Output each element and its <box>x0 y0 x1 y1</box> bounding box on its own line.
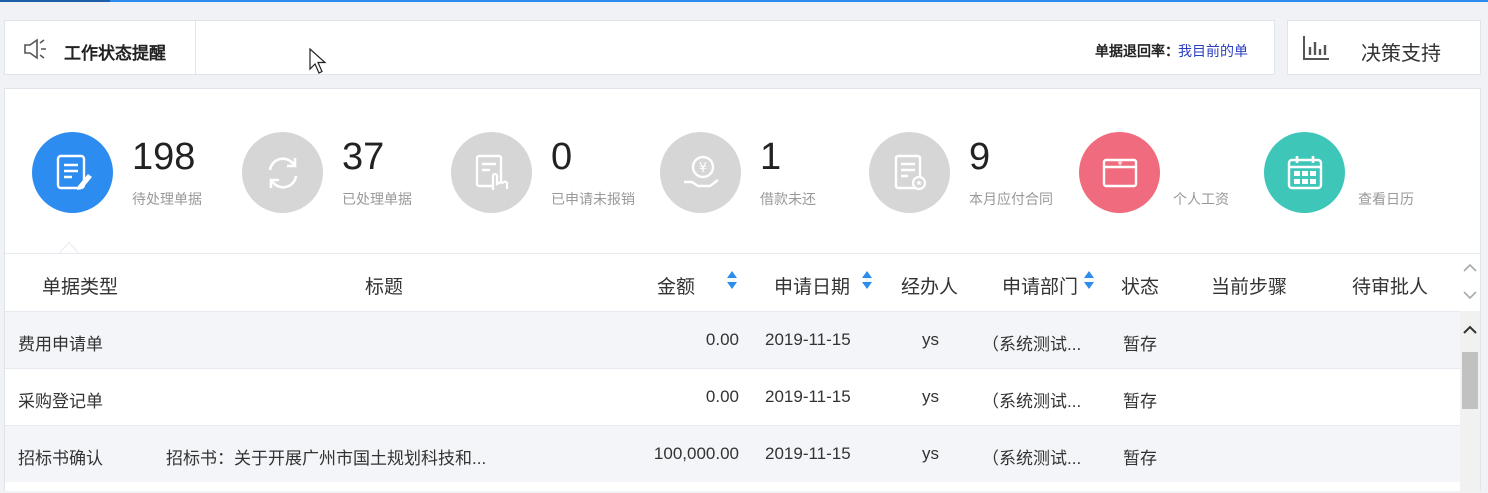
sort-amount-icon[interactable] <box>726 270 738 290</box>
cell-handler: ys <box>922 444 939 463</box>
contracts-count: 9 <box>969 136 991 178</box>
mouse-cursor-icon <box>309 48 327 74</box>
unreimbursed-count: 0 <box>551 136 573 178</box>
dashboard-panel: 198 待处理单据 37 已处理单据 0 已申请未报销 ¥ 1 借款未还 9 本… <box>4 88 1481 493</box>
header-scroll-control <box>1460 254 1480 311</box>
calendar-icon <box>1264 132 1345 213</box>
col-status[interactable]: 状态 <box>1121 272 1159 299</box>
chevron-down-icon[interactable] <box>1463 290 1477 300</box>
calendar-caption: 查看日历 <box>1358 191 1414 207</box>
loan-count: 1 <box>760 136 782 178</box>
cell-title: 招标书：关于开展广州市国土规划科技和... <box>166 449 487 468</box>
cell-date: 2019-11-15 <box>765 444 851 463</box>
svg-text:¥: ¥ <box>1117 159 1122 168</box>
contract-icon <box>869 132 950 213</box>
cell-type: 招标书确认 <box>18 449 103 468</box>
cell-handler: ys <box>922 387 939 406</box>
pending-caption: 待处理单据 <box>132 191 202 207</box>
cell-date: 2019-11-15 <box>765 387 851 406</box>
col-handler[interactable]: 经办人 <box>901 272 958 299</box>
cell-handler: ys <box>922 330 939 349</box>
scroll-up-arrow-icon[interactable] <box>1463 325 1477 335</box>
yen-hand-icon: ¥ <box>660 132 741 213</box>
pending-count: 198 <box>132 136 196 178</box>
col-document-type[interactable]: 单据类型 <box>42 272 118 299</box>
contracts-caption: 本月应付合同 <box>969 191 1053 207</box>
refresh-icon <box>242 132 323 213</box>
notice-title: 工作状态提醒 <box>64 44 166 63</box>
col-amount[interactable]: 金额 <box>657 272 695 299</box>
cell-date: 2019-11-15 <box>765 330 851 349</box>
col-apply-date[interactable]: 申请日期 <box>774 272 850 299</box>
return-rate-label: 单据退回率： <box>1095 43 1179 59</box>
chevron-up-icon[interactable] <box>1463 263 1477 273</box>
vertical-scrollbar[interactable] <box>1460 311 1480 493</box>
col-current-step[interactable]: 当前步骤 <box>1211 272 1287 299</box>
loan-caption: 借款未还 <box>760 191 816 207</box>
cell-department: （系统测试... <box>982 449 1082 468</box>
processed-caption: 已处理单据 <box>342 191 412 207</box>
decision-support-label: 决策支持 <box>1361 43 1441 65</box>
selected-stat-pointer <box>59 242 79 253</box>
col-pending-approver[interactable]: 待审批人 <box>1352 272 1428 299</box>
col-title[interactable]: 标题 <box>365 272 403 299</box>
cell-amount: 100,000.00 <box>653 444 739 463</box>
sort-date-icon[interactable] <box>861 270 873 290</box>
salary-caption: 个人工资 <box>1173 191 1229 207</box>
table-row[interactable]: 费用申请单 0.00 2019-11-15 ys （系统测试... 暂存 <box>5 311 1460 368</box>
document-edit-icon <box>32 132 113 213</box>
bar-chart-icon <box>1303 36 1329 60</box>
cell-status: 暂存 <box>1123 335 1157 354</box>
cell-amount: 0.00 <box>705 330 739 349</box>
cell-status: 暂存 <box>1123 449 1157 468</box>
processed-count: 37 <box>342 136 385 178</box>
table-row[interactable]: 采购登记单 0.00 2019-11-15 ys （系统测试... 暂存 <box>5 368 1460 425</box>
cell-type: 费用申请单 <box>18 335 103 354</box>
cell-amount: 0.00 <box>705 387 739 406</box>
my-documents-link[interactable]: 我目前的单 <box>1178 41 1248 61</box>
salary-icon: ¥ <box>1079 132 1160 213</box>
scrollbar-thumb[interactable] <box>1462 352 1478 409</box>
cell-type: 采购登记单 <box>18 392 103 411</box>
document-hand-icon <box>451 132 532 213</box>
work-status-notice-bar: 工作状态提醒 单据退回率： 我目前的单 <box>4 20 1275 75</box>
sort-department-icon[interactable] <box>1083 270 1095 290</box>
svg-text:¥: ¥ <box>698 161 706 176</box>
decision-support-button[interactable]: 决策支持 <box>1287 20 1481 75</box>
cell-department: （系统测试... <box>982 392 1082 411</box>
cell-status: 暂存 <box>1123 392 1157 411</box>
documents-table: 单据类型 标题 金额 申请日期 经办人 申请部门 状态 当前步骤 待审批人 费用… <box>5 253 1480 493</box>
table-header: 单据类型 标题 金额 申请日期 经办人 申请部门 状态 当前步骤 待审批人 <box>5 254 1460 311</box>
table-row[interactable]: 招标书确认 招标书：关于开展广州市国土规划科技和... 100,000.00 2… <box>5 425 1460 482</box>
cell-department: （系统测试... <box>982 335 1082 354</box>
col-department[interactable]: 申请部门 <box>1002 272 1078 299</box>
speaker-icon <box>24 38 46 60</box>
unreimbursed-caption: 已申请未报销 <box>551 191 635 207</box>
notice-header: 工作状态提醒 <box>5 21 196 74</box>
top-accent-bar <box>0 0 1488 2</box>
